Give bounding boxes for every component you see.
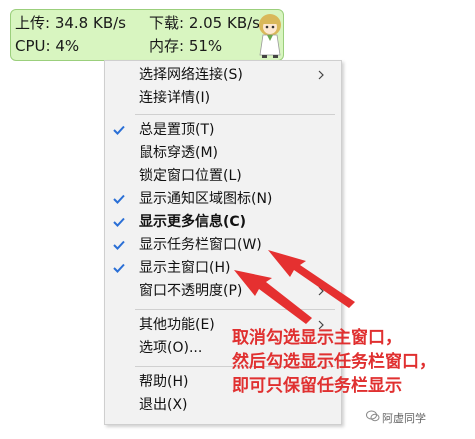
wechat-icon bbox=[366, 410, 380, 422]
annotation-line: 取消勾选显示主窗口， bbox=[232, 328, 402, 348]
watermark: 阿虚同学 bbox=[382, 412, 426, 425]
annotation-text: 取消勾选显示主窗口， 然后勾选显示任务栏窗口， 即可只保留任务栏显示 bbox=[232, 326, 436, 398]
annotation-line: 然后勾选显示任务栏窗口， bbox=[232, 352, 436, 372]
annotation-line: 即可只保留任务栏显示 bbox=[232, 376, 402, 396]
arrow-icon bbox=[234, 270, 312, 324]
